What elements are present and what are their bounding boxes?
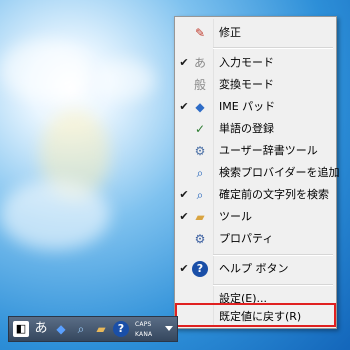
- menu-item-properties[interactable]: ⚙ プロパティ: [175, 228, 336, 250]
- caps-indicator: CAPS: [135, 321, 152, 328]
- checkmark: ✔: [179, 210, 189, 223]
- wallpaper-petal: [0, 180, 110, 250]
- menu-item-correct[interactable]: ✎ 修正: [175, 22, 336, 44]
- menu-item-help-button[interactable]: ✔ ? ヘルプ ボタン: [175, 258, 336, 280]
- user-dictionary-icon: ⚙: [194, 144, 206, 158]
- checkmark: ✔: [179, 56, 189, 69]
- menu-item-label: ツール: [219, 210, 252, 223]
- wallpaper-petal: [0, 40, 90, 100]
- menu-item-word-register[interactable]: ✓ 単語の登録: [175, 118, 336, 140]
- search-icon[interactable]: ⌕: [73, 321, 89, 337]
- menu-item-label: IME パッド: [219, 100, 276, 113]
- menu-item-label: プロパティ: [219, 232, 274, 245]
- checkmark: ✔: [179, 188, 189, 201]
- wallpaper-petal: [95, 60, 155, 100]
- tools-icon: ▰: [195, 210, 205, 224]
- ime-context-menu: ✎ 修正 ✔ あ 入力モード 般 変換モード ✔ ◆ IME パッド ✓ 単語の…: [174, 16, 340, 329]
- ime-pad-icon[interactable]: ◆: [53, 321, 69, 337]
- menu-item-label: 修正: [219, 26, 241, 39]
- menu-item-search-pending-text[interactable]: ✔ ⌕ 確定前の文字列を検索: [175, 184, 336, 206]
- checkmark: ✔: [179, 262, 189, 275]
- ime-language-bar: ◧ あ ◆ ⌕ ▰ ? CAPS KANA: [8, 316, 178, 342]
- menu-item-label: ユーザー辞書ツール: [219, 144, 318, 157]
- edit-icon: ✎: [194, 26, 206, 40]
- properties-icon: ⚙: [194, 232, 206, 246]
- menu-item-label: ヘルプ ボタン: [219, 262, 289, 275]
- menu-separator: [213, 254, 333, 256]
- menu-item-label: 変換モード: [219, 78, 274, 91]
- kana-indicator: KANA: [135, 331, 153, 338]
- help-icon[interactable]: ?: [113, 321, 129, 337]
- menu-item-add-search-provider[interactable]: ⌕ 検索プロバイダーを追加: [175, 162, 340, 184]
- hiragana-a-icon: あ: [193, 56, 206, 70]
- help-icon: ?: [192, 261, 208, 277]
- menu-item-conversion-mode[interactable]: 般 変換モード: [175, 74, 336, 96]
- menu-item-label: 入力モード: [219, 56, 274, 69]
- chevron-down-icon[interactable]: [165, 326, 173, 331]
- ime-mode-icon[interactable]: ◧: [13, 321, 29, 337]
- restore-defaults-highlight: [175, 303, 336, 327]
- tools-icon[interactable]: ▰: [93, 321, 109, 337]
- menu-item-user-dictionary[interactable]: ⚙ ユーザー辞書ツール: [175, 140, 336, 162]
- menu-separator: [213, 284, 333, 286]
- kanji-convert-icon: 般: [193, 78, 206, 92]
- menu-item-ime-pad[interactable]: ✔ ◆ IME パッド: [175, 96, 336, 118]
- hiragana-a-icon[interactable]: あ: [33, 321, 49, 337]
- menu-item-tools[interactable]: ✔ ▰ ツール: [175, 206, 336, 228]
- search-provider-icon: ⌕: [196, 166, 204, 180]
- menu-item-label: 確定前の文字列を検索: [219, 188, 329, 201]
- ime-pad-icon: ◆: [195, 100, 205, 114]
- search-text-icon: ⌕: [196, 188, 204, 202]
- menu-separator: [213, 47, 333, 49]
- menu-item-input-mode[interactable]: ✔ あ 入力モード: [175, 52, 336, 74]
- word-register-icon: ✓: [194, 122, 206, 136]
- menu-item-label: 単語の登録: [219, 122, 274, 135]
- menu-item-label: 検索プロバイダーを追加: [219, 166, 340, 179]
- checkmark: ✔: [179, 100, 189, 113]
